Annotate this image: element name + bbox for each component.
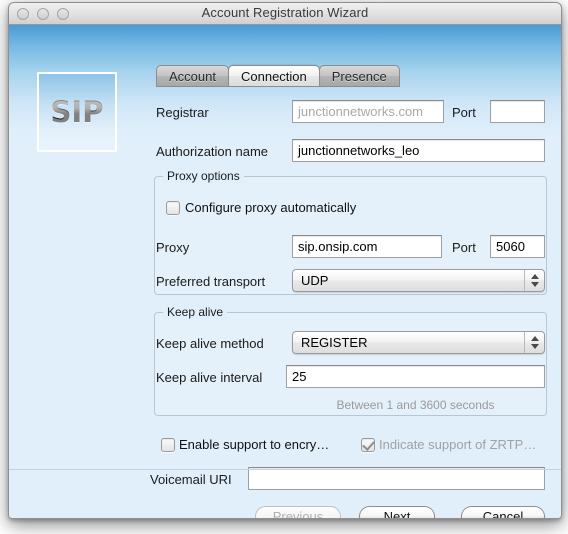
voicemail-uri-label: Voicemail URI — [150, 472, 232, 487]
window-title: Account Registration Wizard — [201, 5, 369, 20]
authorization-name-input[interactable]: junctionnetworks_leo — [292, 139, 545, 162]
previous-button[interactable]: Previous — [255, 506, 341, 518]
tab-bar: Account Connection Presence — [156, 65, 400, 87]
keep-alive-interval-label: Keep alive interval — [156, 370, 263, 385]
authorization-name-label: Authorization name — [156, 144, 269, 159]
preferred-transport-label: Preferred transport — [156, 274, 266, 289]
proxy-port-input[interactable]: 5060 — [490, 235, 545, 258]
keep-alive-title: Keep alive — [163, 305, 228, 319]
window-titlebar: Account Registration Wizard — [9, 3, 561, 25]
preferred-transport-stepper-icon — [524, 270, 544, 291]
tab-connection[interactable]: Connection — [227, 65, 320, 87]
chevron-up-icon — [530, 274, 539, 279]
registrar-label: Registrar — [156, 105, 209, 120]
proxy-port-label: Port — [452, 240, 476, 255]
next-button[interactable]: Next — [359, 506, 435, 518]
indicate-zrtp-label: Indicate support of ZRTP… — [379, 437, 537, 452]
enable-encryption-label[interactable]: Enable support to encry… — [179, 437, 329, 452]
chevron-up-icon — [530, 336, 539, 341]
enable-encryption-checkbox[interactable] — [161, 438, 175, 452]
preferred-transport-select[interactable]: UDP — [292, 269, 545, 292]
account-registration-wizard-window: Account Registration Wizard SIP Account … — [8, 2, 562, 519]
keep-alive-method-label: Keep alive method — [156, 336, 264, 351]
proxy-label: Proxy — [156, 240, 190, 255]
proxy-input[interactable]: sip.onsip.com — [292, 235, 442, 258]
footer-divider — [9, 469, 561, 470]
indicate-zrtp-checkbox — [361, 438, 375, 452]
chevron-down-icon — [530, 282, 539, 287]
configure-proxy-automatically-label[interactable]: Configure proxy automatically — [185, 200, 356, 215]
sip-logo: SIP — [37, 72, 117, 152]
registrar-input[interactable]: junctionnetworks.com — [292, 100, 444, 123]
registrar-port-label: Port — [452, 105, 476, 120]
sip-logo-text: SIP — [50, 95, 104, 129]
keep-alive-interval-input[interactable]: 25 — [286, 365, 545, 388]
voicemail-uri-input[interactable] — [248, 467, 545, 490]
keep-alive-interval-hint: Between 1 and 3600 seconds — [336, 398, 495, 412]
tab-account[interactable]: Account — [156, 65, 229, 87]
keep-alive-method-stepper-icon — [524, 332, 544, 353]
configure-proxy-automatically-checkbox[interactable] — [166, 201, 180, 215]
registrar-port-input[interactable] — [490, 100, 545, 123]
window-body: SIP Account Connection Presence Registra… — [9, 25, 561, 518]
cancel-button[interactable]: Cancel — [461, 506, 545, 518]
chevron-down-icon — [530, 344, 539, 349]
proxy-options-title: Proxy options — [163, 169, 244, 183]
keep-alive-method-select[interactable]: REGISTER — [292, 331, 545, 354]
tab-presence[interactable]: Presence — [318, 65, 400, 87]
